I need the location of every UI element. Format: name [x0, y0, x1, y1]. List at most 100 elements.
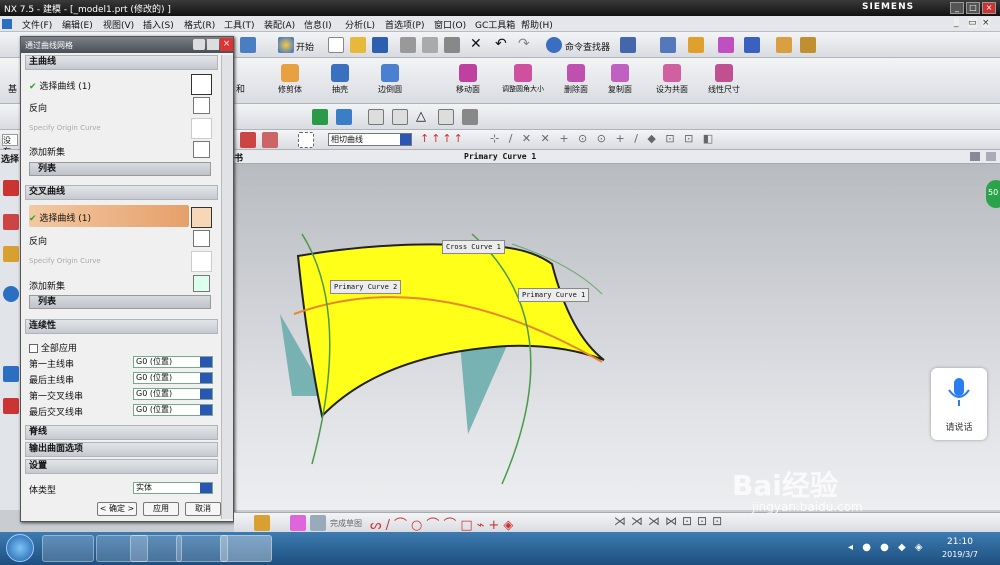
- tool-icon[interactable]: [3, 214, 19, 230]
- body-type-select[interactable]: 实体: [133, 482, 213, 494]
- triangle-icon[interactable]: △: [416, 109, 426, 124]
- settings-section[interactable]: 设置: [25, 459, 218, 474]
- measure-icon[interactable]: [776, 37, 792, 53]
- cross-select-row[interactable]: ✔ 选择曲线 (1): [29, 211, 91, 224]
- layers-icon[interactable]: [462, 109, 478, 125]
- primary-select-row[interactable]: ✔ 选择曲线 (1): [29, 79, 91, 92]
- curve-rule-select[interactable]: 相切曲线: [328, 133, 412, 146]
- command-finder-label[interactable]: 命令查找器: [565, 40, 610, 53]
- snap2-icon[interactable]: [262, 132, 278, 148]
- trim-body-button[interactable]: 修剪体: [270, 64, 310, 95]
- app-menu-icon[interactable]: [2, 19, 12, 29]
- taskbar-app-1[interactable]: [42, 535, 94, 562]
- first-cross-select[interactable]: G0 (位置): [133, 388, 213, 400]
- menu-view[interactable]: 视图(V): [103, 18, 134, 31]
- linear-dimension-button[interactable]: 线性尺寸: [702, 64, 746, 95]
- menu-help[interactable]: 帮助(H): [521, 18, 553, 31]
- snap-icon[interactable]: [240, 132, 256, 148]
- info-icon[interactable]: [620, 37, 636, 53]
- display-icon[interactable]: [336, 109, 352, 125]
- copy-face-button[interactable]: 复制面: [600, 64, 640, 95]
- clock-icon[interactable]: [3, 366, 19, 382]
- taskbar-nx-app[interactable]: [220, 535, 272, 562]
- maximize-button[interactable]: □: [966, 2, 980, 14]
- menu-file[interactable]: 文件(F): [22, 18, 52, 31]
- menu-gc-toolbox[interactable]: GC工具箱: [475, 18, 515, 31]
- menu-assembly[interactable]: 装配(A): [264, 18, 295, 31]
- menu-analysis[interactable]: 分析(L): [345, 18, 375, 31]
- menu-window[interactable]: 窗口(O): [434, 18, 466, 31]
- menu-preferences[interactable]: 首选项(P): [385, 18, 424, 31]
- sketch-curve-tools[interactable]: ᔕ/⌒○⌒⌒□⌁+◈: [370, 514, 517, 533]
- finish-sketch-label[interactable]: 完成草图: [330, 518, 362, 529]
- last-cross-select[interactable]: G0 (位置): [133, 404, 213, 416]
- dialog-scrollbar[interactable]: [221, 55, 233, 519]
- taskbar-sogou-app[interactable]: [130, 535, 182, 562]
- paste-icon[interactable]: [444, 37, 460, 53]
- doc-close-button[interactable]: ×: [982, 18, 990, 28]
- last-primary-select[interactable]: G0 (位置): [133, 372, 213, 384]
- move-face-button[interactable]: 移动面: [448, 64, 488, 95]
- close-button[interactable]: ×: [982, 2, 996, 14]
- delete-icon[interactable]: ✕: [470, 36, 482, 52]
- cross-list-toggle[interactable]: 列表: [29, 295, 211, 309]
- specify-origin-button[interactable]: [191, 118, 212, 139]
- apply-button[interactable]: 应用: [143, 502, 179, 516]
- window-tile-icon[interactable]: [970, 152, 980, 161]
- doc-minimize-button[interactable]: _: [954, 18, 959, 28]
- window-max-icon[interactable]: [986, 152, 996, 161]
- shell-button[interactable]: 抽壳: [322, 64, 358, 95]
- save-icon[interactable]: [372, 37, 388, 53]
- ok-button[interactable]: < 确定 >: [97, 502, 137, 516]
- command-finder-icon[interactable]: [546, 37, 562, 53]
- menu-format[interactable]: 格式(R): [184, 18, 215, 31]
- add-set-button[interactable]: [193, 141, 210, 158]
- redo-icon[interactable]: ↷: [518, 36, 530, 52]
- render-icon[interactable]: [718, 37, 734, 53]
- reverse-direction-button[interactable]: [193, 97, 210, 114]
- roles-icon[interactable]: [3, 398, 19, 414]
- primary-list-toggle[interactable]: 列表: [29, 162, 211, 176]
- copy-icon[interactable]: [422, 37, 438, 53]
- curve-snap-icons[interactable]: ⊹ / ✕ ✕ + ⊙ ⊙ + / ◆ ⊡ ⊡ ◧: [490, 132, 716, 145]
- square-icon[interactable]: [368, 109, 384, 125]
- first-primary-select[interactable]: G0 (位置): [133, 356, 213, 368]
- edge-blend-button[interactable]: 边倒圆: [370, 64, 410, 95]
- angle-icon[interactable]: [800, 37, 816, 53]
- menu-info[interactable]: 信息(I): [304, 18, 332, 31]
- primary-curves-section[interactable]: 主曲线: [25, 55, 218, 70]
- output-options-section[interactable]: 输出曲面选项: [25, 442, 218, 457]
- open-icon[interactable]: [350, 37, 366, 53]
- sketch-plane-icon[interactable]: [290, 515, 306, 531]
- dialog-close-icon[interactable]: ×: [220, 38, 233, 51]
- sketch-constraint-tools[interactable]: ⋊⋊⋊⋈⊡⊡⊡: [614, 514, 727, 528]
- delete-face-button[interactable]: 删除面: [556, 64, 596, 95]
- voice-input-widget[interactable]: 请说话: [931, 368, 987, 440]
- history-icon[interactable]: [3, 180, 19, 196]
- start-orb-icon[interactable]: [6, 534, 34, 562]
- view-icon[interactable]: [744, 37, 760, 53]
- cross-reverse-button[interactable]: [193, 230, 210, 247]
- layer-icon[interactable]: [660, 37, 676, 53]
- cut-icon[interactable]: [400, 37, 416, 53]
- undo-icon[interactable]: ↶: [495, 36, 507, 52]
- new-icon[interactable]: [328, 37, 344, 53]
- menu-edit[interactable]: 编辑(E): [62, 18, 93, 31]
- cross-specify-origin-button[interactable]: [191, 251, 212, 272]
- cross-add-set-button[interactable]: [193, 275, 210, 292]
- dialog-reset-icon[interactable]: [193, 39, 205, 50]
- select-curve-button[interactable]: [191, 74, 212, 95]
- make-coplanar-button[interactable]: 设为共面: [650, 64, 694, 95]
- cross-select-curve-button[interactable]: [191, 207, 212, 228]
- unite-partial-label[interactable]: 和: [236, 82, 245, 95]
- spine-section[interactable]: 脊线: [25, 425, 218, 440]
- finish-sketch-icon[interactable]: [310, 515, 326, 531]
- rect-select-icon[interactable]: [298, 132, 314, 148]
- cross-curves-section[interactable]: 交叉曲线: [25, 185, 218, 200]
- frame-icon[interactable]: [438, 109, 454, 125]
- assembly-icon[interactable]: [240, 37, 256, 53]
- resize-blend-button[interactable]: 调整圆角大小: [500, 64, 546, 94]
- dialog-collapse-icon[interactable]: [207, 39, 219, 50]
- start-icon[interactable]: [278, 37, 294, 53]
- apply-all-checkbox[interactable]: 全部应用: [29, 341, 77, 354]
